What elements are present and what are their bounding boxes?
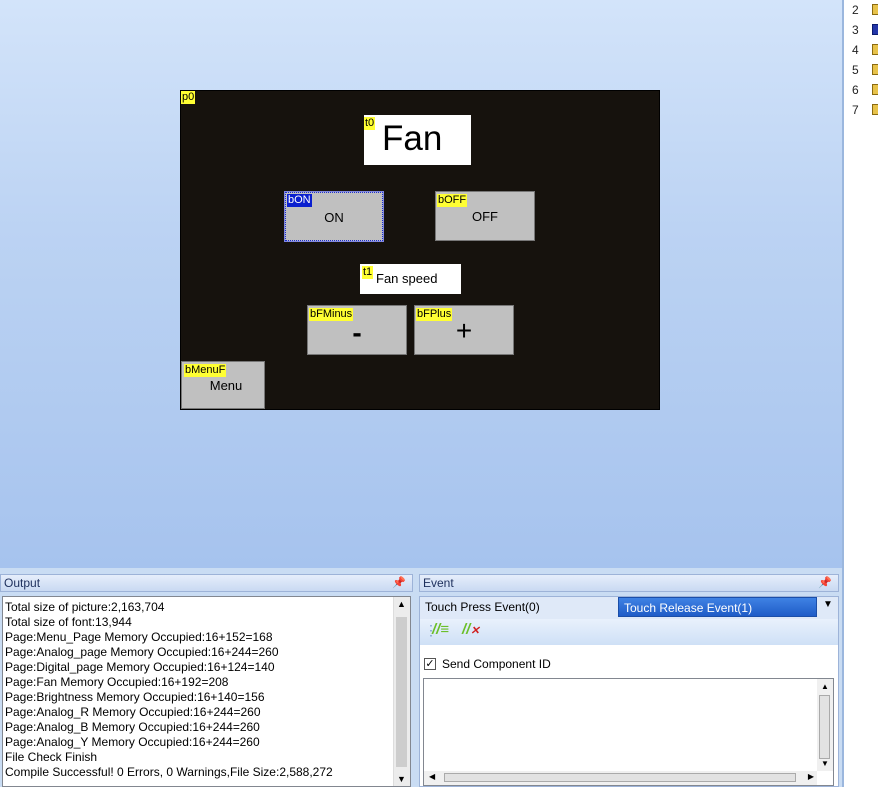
page-icon: [872, 44, 878, 55]
scroll-down-icon[interactable]: ▼: [397, 774, 406, 784]
send-component-id-label: Send Component ID: [442, 657, 551, 671]
page-number: 7: [852, 103, 859, 117]
editor-vscrollbar[interactable]: ▲ ▼: [817, 679, 833, 771]
scroll-thumb[interactable]: [396, 617, 407, 767]
event-panel-header: Event 📌: [419, 574, 839, 592]
tab-touch-release[interactable]: Touch Release Event(1): [618, 597, 817, 617]
component-tag: t1: [362, 266, 374, 279]
log-line: Page:Analog_B Memory Occupied:16+244=260: [5, 720, 260, 734]
menu-button[interactable]: bMenuF Menu: [181, 361, 265, 409]
component-tag: bMenuF: [184, 364, 227, 377]
page-icon: [872, 64, 878, 75]
log-line: Page:Analog_R Memory Occupied:16+244=260: [5, 705, 261, 719]
page-number: 6: [852, 83, 859, 97]
event-toolbar: ⋮ //≡ //✕: [420, 619, 838, 645]
component-tag: bFMinus: [309, 308, 354, 321]
page-list-item[interactable]: 3: [850, 21, 878, 39]
page-number: 3: [852, 23, 859, 37]
event-code-editor[interactable]: ▲ ▼ ◀ ▶: [423, 678, 834, 786]
output-log[interactable]: Total size of picture:2,163,704 Total si…: [2, 596, 411, 787]
page-list-item[interactable]: 7: [850, 101, 878, 119]
page-icon: [872, 24, 878, 35]
page-list-item[interactable]: 2: [850, 1, 878, 19]
title-text-component[interactable]: t0 Fan: [364, 115, 471, 165]
scroll-up-icon[interactable]: ▲: [397, 599, 406, 609]
page-icon: [872, 4, 878, 15]
comment-icon[interactable]: //≡: [432, 621, 449, 638]
output-scrollbar[interactable]: ▲ ▼: [393, 597, 410, 786]
output-panel-title: Output: [4, 576, 41, 590]
log-line: Page:Brightness Memory Occupied:16+140=1…: [5, 690, 265, 704]
log-line: Page:Menu_Page Memory Occupied:16+152=16…: [5, 630, 273, 644]
event-panel-title: Event: [423, 576, 454, 590]
component-tag: bFPlus: [416, 308, 453, 321]
component-tag: bON: [287, 194, 312, 207]
page-number: 4: [852, 43, 859, 57]
log-line: File Check Finish: [5, 750, 98, 764]
hmi-page[interactable]: p0 t0 Fan bON ON bOFF OFF t1 Fan speed b…: [180, 90, 660, 410]
fan-minus-button[interactable]: bFMinus -: [307, 305, 407, 355]
page-icon: [872, 84, 878, 95]
page-list-item[interactable]: 6: [850, 81, 878, 99]
uncomment-icon[interactable]: //✕: [462, 621, 480, 638]
event-panel: Touch Press Event(0) Touch Release Event…: [419, 596, 839, 787]
on-button-label: ON: [324, 210, 344, 225]
page-tag: p0: [181, 91, 196, 104]
send-component-id-checkbox[interactable]: ✓: [424, 658, 436, 670]
fan-plus-button[interactable]: bFPlus +: [414, 305, 514, 355]
off-button[interactable]: bOFF OFF: [435, 191, 535, 241]
page-list-panel: 2 3 4 5 6 7: [842, 0, 878, 787]
output-panel-header: Output 📌: [0, 574, 413, 592]
scroll-thumb[interactable]: [819, 695, 830, 759]
on-button[interactable]: bON ON: [284, 191, 384, 242]
scroll-thumb[interactable]: [444, 773, 796, 782]
tab-touch-press[interactable]: Touch Press Event(0): [420, 597, 617, 617]
event-editor-area: ✓ Send Component ID ▲ ▼ ◀ ▶: [420, 645, 838, 786]
pin-icon[interactable]: 📌: [392, 575, 406, 591]
page-icon: [872, 104, 878, 115]
pin-icon[interactable]: 📌: [818, 575, 832, 591]
scroll-up-icon[interactable]: ▲: [821, 682, 829, 691]
component-tag: t0: [364, 117, 376, 130]
page-list-item[interactable]: 4: [850, 41, 878, 59]
log-line: Page:Analog_page Memory Occupied:16+244=…: [5, 645, 279, 659]
log-line: Compile Successful! 0 Errors, 0 Warnings…: [5, 765, 333, 779]
page-number: 2: [852, 3, 859, 17]
log-line: Page:Analog_Y Memory Occupied:16+244=260: [5, 735, 260, 749]
chevron-down-icon[interactable]: ▼: [823, 599, 833, 610]
scroll-left-icon[interactable]: ◀: [429, 772, 435, 781]
log-line: Page:Digital_page Memory Occupied:16+124…: [5, 660, 275, 674]
menu-button-label: Menu: [209, 377, 243, 393]
title-text: Fan: [382, 119, 443, 158]
fan-minus-label: -: [352, 317, 362, 348]
component-tag: bOFF: [437, 194, 468, 207]
fan-speed-text-component[interactable]: t1 Fan speed: [360, 264, 461, 294]
log-line: Total size of picture:2,163,704: [5, 600, 165, 614]
log-line: Page:Fan Memory Occupied:16+192=208: [5, 675, 229, 689]
off-button-label: OFF: [472, 208, 498, 224]
fan-speed-text: Fan speed: [376, 271, 438, 286]
scroll-down-icon[interactable]: ▼: [821, 759, 829, 768]
log-line: Total size of font:13,944: [5, 615, 132, 629]
page-number: 5: [852, 63, 859, 77]
editor-hscrollbar[interactable]: ◀ ▶: [424, 771, 817, 785]
fan-plus-label: +: [455, 315, 473, 346]
page-list-item[interactable]: 5: [850, 61, 878, 79]
scroll-right-icon[interactable]: ▶: [808, 772, 814, 781]
